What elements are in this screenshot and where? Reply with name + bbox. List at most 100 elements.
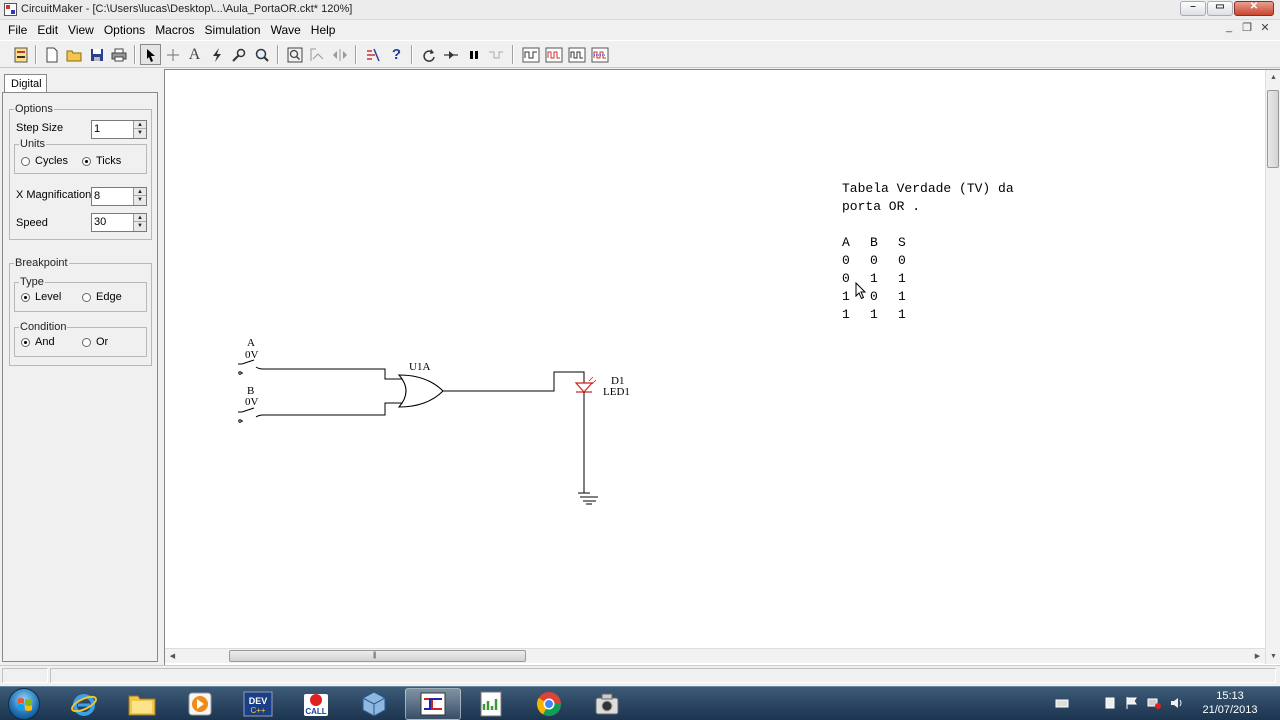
vertical-scroll-thumb[interactable] <box>1267 90 1279 168</box>
clock[interactable]: 15:13 21/07/2013 <box>1190 689 1270 717</box>
menu-view[interactable]: View <box>60 21 94 39</box>
menu-options[interactable]: Options <box>96 21 145 39</box>
arrow-select-icon[interactable] <box>140 44 161 65</box>
spin-down-icon[interactable]: ▼ <box>134 129 146 137</box>
menu-help[interactable]: Help <box>303 21 336 39</box>
open-folder-icon[interactable] <box>63 44 84 65</box>
print-icon[interactable] <box>108 44 129 65</box>
type-edge-label[interactable]: Edge <box>96 291 122 303</box>
minimize-button[interactable]: – <box>1180 1 1206 16</box>
trace-icon[interactable] <box>485 44 506 65</box>
internet-explorer-icon[interactable] <box>56 688 112 720</box>
spin-down-icon[interactable]: ▼ <box>134 222 146 230</box>
pan-icon[interactable] <box>329 44 350 65</box>
condition-group-title: Condition <box>19 321 68 333</box>
mdi-close-icon[interactable]: ✕ <box>1258 21 1272 35</box>
input-a-value: 0V <box>245 349 259 361</box>
dev-cpp-icon[interactable]: DEV C++ <box>230 688 286 720</box>
scroll-up-icon[interactable]: ▲ <box>1266 70 1280 85</box>
condition-or-label[interactable]: Or <box>96 336 108 348</box>
spin-down-icon[interactable]: ▼ <box>134 196 146 204</box>
volume-icon[interactable] <box>1170 696 1184 710</box>
step-icon[interactable] <box>440 44 461 65</box>
or-gate-u1a[interactable] <box>397 371 585 408</box>
menu-wave[interactable]: Wave <box>263 21 301 39</box>
spin-up-icon[interactable]: ▲ <box>134 188 146 196</box>
spin-up-icon[interactable]: ▲ <box>134 121 146 129</box>
x-magnification-value[interactable]: 8 <box>94 190 100 202</box>
spreadsheet-icon[interactable] <box>463 688 519 720</box>
condition-or-radio[interactable] <box>82 338 91 347</box>
units-cycles-radio[interactable] <box>21 157 30 166</box>
save-icon[interactable] <box>86 44 107 65</box>
tab-digital[interactable]: Digital <box>4 74 47 93</box>
speed-stepper[interactable]: 30 ▲ ▼ <box>91 213 147 232</box>
keyboard-icon[interactable] <box>1055 696 1069 710</box>
breakpoint-group-title: Breakpoint <box>14 257 69 269</box>
circuitmaker-app-icon <box>4 3 17 16</box>
menu-simulation[interactable]: Simulation <box>197 21 261 39</box>
scroll-down-icon[interactable]: ▼ <box>1266 649 1280 664</box>
input-b-value: 0V <box>245 396 259 408</box>
call-icon[interactable]: CALL <box>288 688 344 720</box>
device-icon[interactable] <box>1103 696 1117 710</box>
step-size-stepper[interactable]: 1 ▲ ▼ <box>91 120 147 139</box>
menu-file[interactable]: File <box>0 21 27 39</box>
input-a-switch[interactable] <box>238 359 403 380</box>
condition-and-radio[interactable] <box>21 338 30 347</box>
schematic-canvas[interactable]: A 0V B 0V U1A D1 LED1 Tabela Verdade (TV… <box>164 69 1280 665</box>
spin-up-icon[interactable]: ▲ <box>134 214 146 222</box>
camera-icon[interactable] <box>579 688 635 720</box>
zoom-full-icon[interactable] <box>284 44 305 65</box>
step-size-value[interactable]: 1 <box>94 123 100 135</box>
input-b-switch[interactable] <box>238 402 403 423</box>
waveform-icon-2[interactable] <box>543 44 564 65</box>
restore-button[interactable]: ▭ <box>1207 1 1233 16</box>
text-tool-icon[interactable]: A <box>184 44 205 65</box>
close-button[interactable]: ✕ <box>1234 1 1274 16</box>
scroll-right-icon[interactable]: ▶ <box>1250 649 1265 664</box>
zoom-icon[interactable] <box>251 44 272 65</box>
menu-macros[interactable]: Macros <box>147 21 194 39</box>
waveform-icon-3[interactable] <box>566 44 587 65</box>
menu-edit[interactable]: Edit <box>29 21 58 39</box>
probe-icon[interactable] <box>228 44 249 65</box>
waveform-icon-1[interactable] <box>520 44 541 65</box>
probe-lightning-icon[interactable] <box>206 44 227 65</box>
type-level-radio[interactable] <box>21 293 30 302</box>
condition-and-label[interactable]: And <box>35 336 55 348</box>
folder-icon[interactable] <box>114 688 170 720</box>
virtualbox-icon[interactable] <box>346 688 402 720</box>
digital-analog-icon[interactable] <box>362 44 383 65</box>
parts-bin-icon[interactable] <box>10 44 31 65</box>
clock-time: 15:13 <box>1216 690 1244 702</box>
led-d1[interactable] <box>574 376 597 493</box>
flag-icon[interactable] <box>1125 696 1139 710</box>
start-button[interactable] <box>5 688 45 720</box>
reset-icon[interactable] <box>418 44 439 65</box>
pause-icon[interactable] <box>463 44 484 65</box>
horizontal-scrollbar[interactable]: ◀ ||| ▶ <box>165 648 1265 663</box>
horizontal-scroll-thumb[interactable]: ||| <box>229 650 526 662</box>
waveform-icon-4[interactable] <box>589 44 610 65</box>
chrome-icon[interactable] <box>521 688 577 720</box>
scroll-left-icon[interactable]: ◀ <box>165 649 180 664</box>
x-magnification-stepper[interactable]: 8 ▲ ▼ <box>91 187 147 206</box>
help-question-icon[interactable]: ? <box>386 44 407 65</box>
type-edge-radio[interactable] <box>82 293 91 302</box>
wire-cross-icon[interactable] <box>162 44 183 65</box>
type-level-label[interactable]: Level <box>35 291 61 303</box>
new-file-icon[interactable] <box>41 44 62 65</box>
ground-symbol <box>578 492 598 505</box>
units-cycles-label[interactable]: Cycles <box>35 155 68 167</box>
zoom-area-icon[interactable] <box>306 44 327 65</box>
vertical-scrollbar[interactable]: ▲ ▼ <box>1265 70 1280 664</box>
media-player-icon[interactable] <box>172 688 228 720</box>
network-error-icon[interactable] <box>1147 696 1161 710</box>
speed-value[interactable]: 30 <box>94 216 106 228</box>
mdi-minimize-icon[interactable]: _ <box>1222 21 1236 35</box>
circuitmaker-icon[interactable] <box>405 688 461 720</box>
units-ticks-radio[interactable] <box>82 157 91 166</box>
mdi-restore-icon[interactable]: ❐ <box>1240 21 1254 35</box>
units-ticks-label[interactable]: Ticks <box>96 155 121 167</box>
